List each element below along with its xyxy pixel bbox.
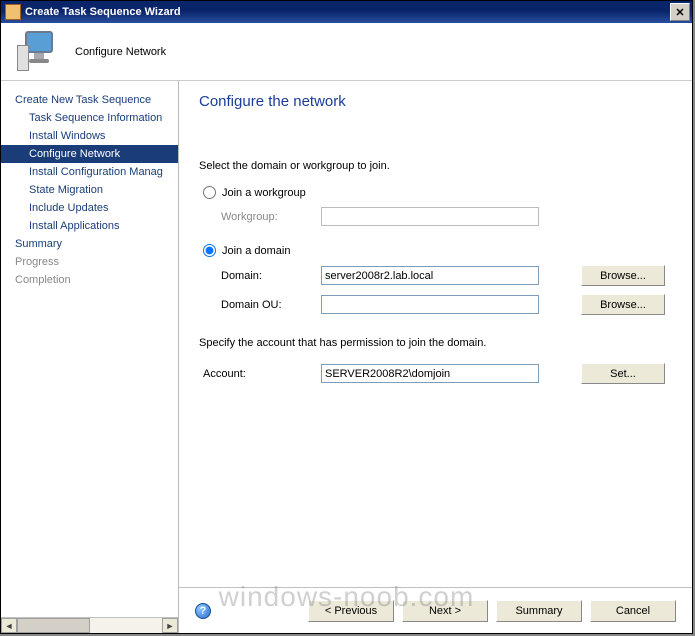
sidebar-step-0[interactable]: Create New Task Sequence xyxy=(1,91,178,109)
domain-input[interactable] xyxy=(321,266,539,285)
workgroup-label: Workgroup: xyxy=(221,211,321,223)
instruction-text: Select the domain or workgroup to join. xyxy=(199,160,672,172)
sidebar-step-10: Completion xyxy=(1,271,178,289)
domain-label: Domain: xyxy=(221,270,321,282)
summary-button[interactable]: Summary xyxy=(496,600,582,622)
domain-ou-browse-button[interactable]: Browse... xyxy=(581,294,665,315)
account-input[interactable] xyxy=(321,364,539,383)
join-workgroup-label[interactable]: Join a workgroup xyxy=(222,187,306,199)
wizard-sidebar: Create New Task SequenceTask Sequence In… xyxy=(1,81,179,633)
header-title: Configure Network xyxy=(75,46,166,58)
previous-button[interactable]: < Previous xyxy=(308,600,394,622)
title-bar: Create Task Sequence Wizard ✕ xyxy=(1,1,692,23)
domain-ou-input[interactable] xyxy=(321,295,539,314)
sidebar-step-6[interactable]: Include Updates xyxy=(1,199,178,217)
close-button[interactable]: ✕ xyxy=(670,3,690,21)
domain-ou-label: Domain OU: xyxy=(221,299,321,311)
close-icon: ✕ xyxy=(675,6,684,19)
workgroup-input xyxy=(321,207,539,226)
computer-network-icon xyxy=(17,31,61,73)
next-button[interactable]: Next > xyxy=(402,600,488,622)
sidebar-step-7[interactable]: Install Applications xyxy=(1,217,178,235)
window-title: Create Task Sequence Wizard xyxy=(25,6,181,18)
horizontal-scrollbar[interactable]: ◄ ► xyxy=(1,617,178,633)
domain-browse-button[interactable]: Browse... xyxy=(581,265,665,286)
sidebar-step-8[interactable]: Summary xyxy=(1,235,178,253)
join-domain-label[interactable]: Join a domain xyxy=(222,245,291,257)
sidebar-step-4[interactable]: Install Configuration Manag xyxy=(1,163,178,181)
sidebar-step-3[interactable]: Configure Network xyxy=(1,145,178,163)
app-icon xyxy=(5,4,21,20)
wizard-content: Configure the network Select the domain … xyxy=(179,81,692,633)
sidebar-step-9: Progress xyxy=(1,253,178,271)
scroll-right-arrow-icon[interactable]: ► xyxy=(162,618,178,633)
scroll-left-arrow-icon[interactable]: ◄ xyxy=(1,618,17,633)
account-set-button[interactable]: Set... xyxy=(581,363,665,384)
join-workgroup-radio[interactable] xyxy=(203,186,216,199)
sidebar-step-5[interactable]: State Migration xyxy=(1,181,178,199)
wizard-footer: ? < Previous Next > Summary Cancel xyxy=(179,587,692,633)
wizard-window: Create Task Sequence Wizard ✕ Configure … xyxy=(0,0,693,634)
account-label: Account: xyxy=(203,368,321,380)
help-icon[interactable]: ? xyxy=(195,603,211,619)
account-instruction: Specify the account that has permission … xyxy=(199,337,672,349)
page-title: Configure the network xyxy=(199,93,672,110)
sidebar-step-2[interactable]: Install Windows xyxy=(1,127,178,145)
sidebar-step-1[interactable]: Task Sequence Information xyxy=(1,109,178,127)
join-domain-radio[interactable] xyxy=(203,244,216,257)
cancel-button[interactable]: Cancel xyxy=(590,600,676,622)
wizard-header: Configure Network xyxy=(1,23,692,81)
